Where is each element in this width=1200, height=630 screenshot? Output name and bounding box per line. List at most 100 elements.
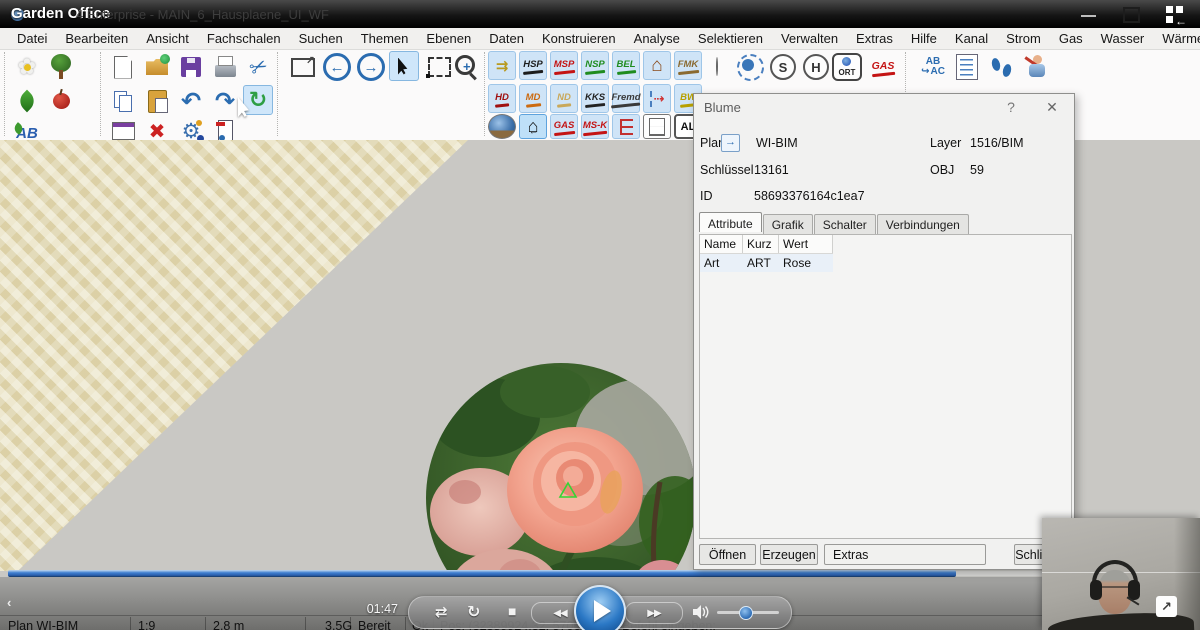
fach-chip[interactable]: MSP [550, 51, 578, 80]
fach-chip[interactable]: NSP [581, 51, 609, 80]
menu-item[interactable]: Konstruieren [533, 31, 625, 46]
fach-chip[interactable]: MS-K [581, 114, 609, 139]
extras-button[interactable]: Extras [824, 544, 986, 565]
dashed-circle-icon[interactable] [735, 52, 765, 82]
menu-item[interactable]: Suchen [290, 31, 352, 46]
window-title: 4 Enterprise - MAIN_6_Hausplaene_UI_WF [76, 7, 329, 22]
glasses [1102, 586, 1128, 588]
menu-item[interactable]: Daten [480, 31, 533, 46]
print-icon[interactable] [210, 52, 240, 82]
save-icon[interactable] [176, 52, 206, 82]
cleaner-icon[interactable] [1020, 52, 1050, 82]
tree-icon[interactable] [46, 52, 76, 82]
repeat-icon[interactable]: ↻ [467, 602, 480, 622]
stop-button[interactable]: ■ [508, 603, 516, 619]
play-button[interactable] [574, 585, 626, 630]
menu-item[interactable]: Themen [352, 31, 418, 46]
webcam-overlay: ↗ [1042, 518, 1200, 630]
apple-icon[interactable] [46, 86, 76, 116]
fach-chip[interactable]: MD [519, 84, 547, 113]
zoom-in-icon[interactable]: + [452, 52, 482, 82]
col-name[interactable]: Name [700, 235, 743, 253]
menu-item[interactable]: Kanal [946, 31, 997, 46]
s-circle-icon[interactable]: S [768, 52, 798, 82]
rename-abac-icon[interactable]: AB AC [915, 52, 951, 82]
fach-chip[interactable]: ND [550, 84, 578, 113]
back-icon[interactable]: ← [322, 52, 352, 82]
screen: Garden Office 4 Enterprise - MAIN_6_Haus… [0, 0, 1200, 630]
menu-item[interactable]: Selektieren [689, 31, 772, 46]
tab-attribute[interactable]: Attribute [699, 212, 762, 232]
collapse-left-arrow[interactable]: ‹ [7, 595, 11, 610]
Art[interactable]: Art ART Rose [700, 254, 833, 272]
fach-chip[interactable]: KKS [581, 84, 609, 113]
gas-label-icon[interactable]: GAS [868, 52, 898, 82]
status-plan: Plan WI-BIM [8, 619, 78, 630]
menu-item[interactable]: Fachschalen [198, 31, 290, 46]
fach-chip[interactable]: HD [488, 84, 516, 113]
dialog-close-button[interactable]: ✕ [1042, 99, 1062, 116]
dialog-help-button[interactable]: ? [1002, 99, 1020, 115]
fach-chip[interactable]: Fremd [612, 84, 640, 113]
house-arrow-icon[interactable] [519, 114, 547, 139]
menu-bar: DateiBearbeitenAnsichtFachschalenSuchenT… [0, 28, 1200, 50]
globe-tool-icon[interactable] [702, 52, 732, 82]
ort-icon[interactable]: ORT [832, 53, 862, 81]
h-scrollbar-thumb[interactable] [8, 570, 956, 577]
volume-icon[interactable] [693, 605, 710, 624]
redo-icon[interactable] [210, 86, 240, 116]
house-icon[interactable] [643, 51, 671, 80]
fach-chip[interactable]: GAS [550, 114, 578, 139]
undo-icon[interactable] [176, 86, 206, 116]
leaf-icon[interactable] [12, 86, 42, 116]
branch-icon[interactable] [612, 114, 640, 139]
globe-icon[interactable] [488, 114, 516, 139]
fach-chip[interactable]: FMK [674, 51, 702, 80]
shuffle-icon[interactable]: ⇄ [435, 603, 448, 621]
fach-chip[interactable]: HSP [519, 51, 547, 80]
pointer-tool-icon[interactable] [389, 51, 419, 81]
open-button[interactable]: Öffnen [699, 544, 756, 565]
menu-item[interactable]: Verwalten [772, 31, 847, 46]
menu-item[interactable]: Strom [997, 31, 1050, 46]
menu-item[interactable]: Hilfe [902, 31, 946, 46]
menu-item[interactable]: Ansicht [137, 31, 198, 46]
marquee-select-icon[interactable] [424, 52, 454, 82]
menu-item[interactable]: Bearbeiten [56, 31, 137, 46]
cabinet-icon[interactable] [643, 114, 671, 139]
capture-grid-icon[interactable]: ← [1164, 6, 1194, 22]
menu-item[interactable]: Extras [847, 31, 902, 46]
minimize-button[interactable] [1078, 6, 1100, 22]
fach-chip[interactable]: BEL [612, 51, 640, 80]
open-folder-icon[interactable] [142, 52, 172, 82]
volume-slider-knob[interactable] [739, 606, 753, 620]
fit-view-icon[interactable] [288, 52, 318, 82]
menu-item[interactable]: Analyse [625, 31, 689, 46]
menu-item[interactable]: Gas [1050, 31, 1092, 46]
menu-item[interactable]: Wasser [1092, 31, 1154, 46]
col-wert[interactable]: Wert [779, 235, 833, 253]
paste-icon[interactable] [142, 86, 172, 116]
menu-item[interactable]: Wärme [1153, 31, 1200, 46]
daisy-flower-icon[interactable] [12, 52, 42, 82]
maximize-button[interactable] [1120, 6, 1142, 22]
copy-icon[interactable] [108, 86, 138, 116]
cut-icon[interactable] [244, 52, 274, 82]
menu-item[interactable]: Ebenen [417, 31, 480, 46]
fast-forward-button[interactable]: ▶▶ [625, 602, 683, 624]
tab-schalter[interactable]: Schalter [814, 214, 876, 234]
forward-icon[interactable]: → [356, 52, 386, 82]
footprints-icon[interactable] [986, 52, 1016, 82]
profiles-icon[interactable] [488, 51, 516, 80]
plan-goto-button[interactable]: → [721, 134, 740, 152]
h-circle-icon[interactable]: H [801, 52, 831, 82]
create-button[interactable]: Erzeugen [760, 544, 818, 565]
menu-item[interactable]: Datei [8, 31, 56, 46]
tab-verbindungen[interactable]: Verbindungen [877, 214, 969, 234]
new-file-icon[interactable] [108, 52, 138, 82]
popout-icon[interactable]: ↗ [1156, 596, 1177, 617]
list-table-icon[interactable] [952, 52, 982, 82]
measure-icon[interactable] [643, 84, 671, 113]
col-kurz[interactable]: Kurz [743, 235, 779, 253]
tab-grafik[interactable]: Grafik [763, 214, 813, 234]
